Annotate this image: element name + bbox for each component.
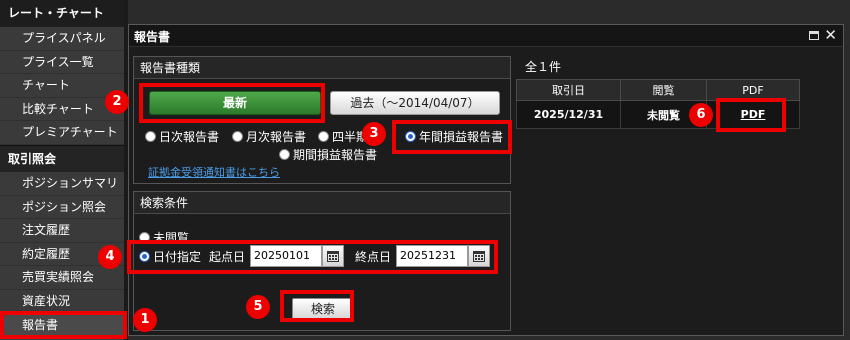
radio-period-report[interactable]: 期間損益報告書 [279, 146, 377, 163]
radio-unread[interactable]: 未閲覧 [139, 229, 189, 246]
radio-date-range[interactable]: 日付指定 [139, 248, 201, 265]
radio-date-label: 日付指定 [153, 250, 202, 264]
search-button[interactable]: 検索 [292, 298, 354, 320]
end-date-input[interactable]: 20251231 [396, 245, 468, 267]
column-header-viewed[interactable]: 閲覧 [620, 79, 707, 101]
restore-window-icon[interactable] [809, 31, 819, 40]
radio-annual-report[interactable]: 年間損益報告書 [405, 128, 503, 145]
marker-5: 5 [246, 295, 270, 319]
calendar-icon [327, 251, 339, 262]
radio-daily-report[interactable]: 日次報告書 [145, 128, 219, 145]
radio-quarterly-circle[interactable] [318, 131, 329, 142]
search-conditions-panel: 検索条件 未閲覧 日付指定 起点日 20250101 終点日 20251231 … [133, 191, 511, 331]
sidebar-item-position-summary[interactable]: ポジションサマリ [0, 171, 124, 196]
report-type-header: 報告書種類 [134, 57, 510, 79]
radio-daily-label: 日次報告書 [159, 130, 220, 144]
radio-monthly-report[interactable]: 月次報告書 [232, 128, 306, 145]
end-date-calendar-button[interactable] [468, 245, 490, 267]
radio-annual-label: 年間損益報告書 [419, 130, 504, 144]
sidebar-item-chart[interactable]: チャート [0, 74, 124, 98]
row-pdf-cell: PDF [706, 100, 800, 129]
radio-monthly-circle[interactable] [232, 131, 243, 142]
sidebar-item-premier-chart[interactable]: プレミアチャート [0, 121, 124, 145]
past-reports-button[interactable]: 過去（～2014/04/07） [330, 91, 500, 115]
sidebar-item-assets[interactable]: 資産状況 [0, 289, 124, 314]
sidebar-section-trade-inquiry[interactable]: 取引照会 [0, 144, 124, 172]
dialog-titlebar[interactable]: 報告書 ✕ [129, 25, 843, 47]
marker-6: 6 [689, 103, 713, 127]
start-date-label: 起点日 [209, 250, 246, 264]
radio-unread-label: 未閲覧 [153, 231, 190, 245]
radio-quarterly-report[interactable]: 四半期 [318, 128, 368, 145]
pdf-link[interactable]: PDF [741, 108, 766, 121]
start-date-calendar-button[interactable] [322, 245, 344, 267]
marker-2: 2 [105, 90, 129, 114]
radio-unread-circle[interactable] [139, 232, 150, 243]
marker-4: 4 [98, 245, 122, 269]
start-date-input[interactable]: 20250101 [250, 245, 322, 267]
calendar-icon [473, 251, 485, 262]
search-conditions-header: 検索条件 [134, 192, 510, 214]
close-icon[interactable]: ✕ [824, 26, 837, 44]
column-header-trade-date[interactable]: 取引日 [516, 79, 621, 101]
results-count: 全１件 [525, 60, 562, 74]
dialog-title: 報告書 [134, 30, 171, 44]
report-dialog: 報告書 ✕ 報告書種類 最新 過去（～2014/04/07） 日次報告書 月次報… [128, 24, 844, 336]
sidebar-item-reports[interactable]: 報告書 [0, 313, 124, 338]
table-row[interactable]: 2025/12/31 未閲覧 PDF [516, 100, 800, 129]
row-trade-date: 2025/12/31 [516, 100, 621, 129]
radio-monthly-label: 月次報告書 [246, 130, 307, 144]
margin-notice-link[interactable]: 証拠金受領通知書はこちら [148, 164, 280, 180]
report-type-panel: 報告書種類 最新 過去（～2014/04/07） 日次報告書 月次報告書 四半期… [133, 56, 511, 184]
sidebar-item-price-list[interactable]: プライス一覧 [0, 50, 124, 75]
sidebar-item-order-history[interactable]: 注文履歴 [0, 219, 124, 243]
radio-daily-circle[interactable] [145, 131, 156, 142]
sidebar-item-position-inquiry[interactable]: ポジション照会 [0, 195, 124, 220]
end-date-label: 終点日 [355, 250, 392, 264]
radio-period-label: 期間損益報告書 [293, 148, 378, 162]
latest-button[interactable]: 最新 [149, 91, 321, 115]
marker-3: 3 [362, 122, 386, 146]
sidebar-item-price-panel[interactable]: プライスパネル [0, 27, 124, 51]
radio-period-circle[interactable] [279, 149, 290, 160]
radio-annual-circle[interactable] [405, 131, 416, 142]
sidebar-section-rate-chart[interactable]: レート・チャート [0, 0, 124, 27]
column-header-pdf[interactable]: PDF [706, 79, 800, 101]
results-table: 取引日 閲覧 PDF 2025/12/31 未閲覧 PDF [516, 79, 800, 129]
sidebar: レート・チャート プライスパネル プライス一覧 チャート 比較チャート プレミア… [0, 0, 124, 340]
marker-1: 1 [133, 308, 157, 332]
sidebar-item-trade-results[interactable]: 売買実績照会 [0, 266, 124, 290]
results-header-row: 取引日 閲覧 PDF [516, 79, 800, 101]
radio-date-circle[interactable] [139, 251, 150, 262]
